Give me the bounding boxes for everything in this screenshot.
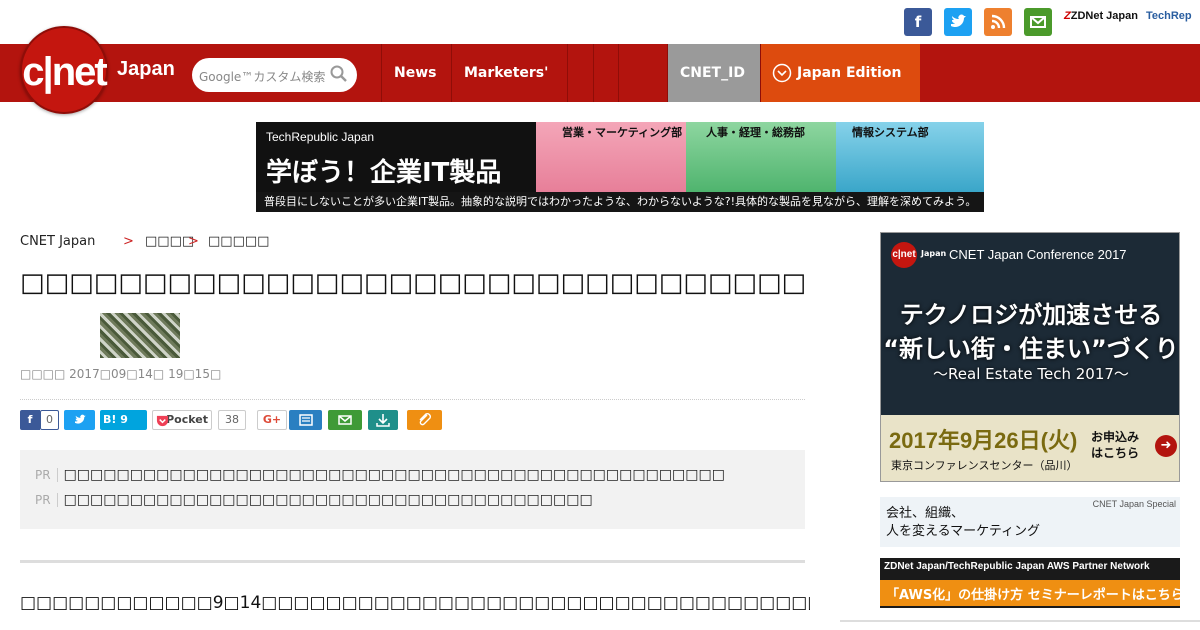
nav-item-blank-2[interactable]	[593, 44, 618, 102]
divider	[20, 560, 805, 563]
twitter-bird-icon	[951, 14, 966, 28]
conference-ad-header: c|net Japan CNET Japan Conference 2017	[881, 233, 1179, 279]
pr-links-box: PR □□□□□□□□□□□□□□□□□□□□□□□□□□□□□□□□□□□□□□…	[20, 450, 805, 529]
twitter-icon[interactable]	[944, 8, 972, 36]
conference-cta[interactable]: お申込み はこちら	[1091, 429, 1139, 461]
marketing-ad-line-2: 人を変えるマーケティング	[886, 524, 1041, 539]
print-button[interactable]	[289, 410, 322, 430]
conference-date: 2017年9月26日(火)	[889, 428, 1078, 453]
aws-ad-header: ZDNet Japan/TechRepublic Japan AWS Partn…	[884, 561, 1150, 572]
nav-news[interactable]: News	[381, 44, 451, 102]
conference-cta-line-2: はこちら	[1091, 446, 1140, 460]
conference-details: 2017年9月26日(火) 東京コンファレンスセンター（品川） お申込みはこちら…	[881, 415, 1179, 481]
nav-marketers[interactable]: Marketers'	[451, 44, 567, 102]
pocket-label: Pocket	[166, 413, 208, 426]
arrow-right-icon[interactable]: ➜	[1155, 435, 1177, 457]
mail-icon[interactable]	[1024, 8, 1052, 36]
facebook-share-button[interactable]: f	[20, 410, 40, 430]
zdnet-japan-link[interactable]: ZZDNet Japan	[1064, 10, 1138, 22]
search-input[interactable]: Google™カスタム検索	[199, 68, 325, 85]
article-body: □□□□□□□□□□□□9□14□□□□□□□□□□□□□□□□□□□□□□□□…	[20, 593, 810, 613]
marketing-special-ad[interactable]: CNET Japan Special 会社、組織、人を変えるマーケティング	[880, 497, 1180, 547]
pr-link-text[interactable]: □□□□□□□□□□□□□□□□□□□□□□□□□□□□□□□□□□□□□□□□	[64, 492, 593, 508]
envelope-icon	[1030, 16, 1046, 28]
chevron-down-icon	[772, 63, 792, 83]
banner-tab-hr: 人事・経理・総務部	[706, 126, 805, 139]
hatena-count: 9	[120, 413, 128, 426]
aws-ad-text: 「AWS化」の仕掛け方 セミナーレポートはこちら	[886, 588, 1180, 603]
zdnet-logo-icon: Z	[1064, 10, 1071, 22]
search-icon[interactable]	[330, 65, 348, 83]
edition-label: Japan	[117, 58, 175, 80]
marketing-ad-line-1: 会社、組織、	[886, 506, 965, 521]
top-bar: f ZZDNet Japan TechRep	[0, 0, 1200, 44]
hatena-icon: B!	[103, 413, 117, 426]
conference-subtitle: 〜Real Estate Tech 2017〜	[933, 365, 1129, 383]
nav-item-blank-1[interactable]	[567, 44, 593, 102]
banner-headline: 学ぼう！企業IT製品	[266, 158, 502, 188]
banner-brand: TechRepublic Japan	[266, 130, 375, 144]
techrepublic-link[interactable]: TechRep	[1146, 10, 1192, 22]
save-button[interactable]	[368, 410, 398, 430]
rss-waves-icon	[991, 14, 1006, 29]
article-title: □□□□□□□□□□□□□□□□□□□□□□□□□□□□□□□□□	[20, 268, 805, 298]
banner-segment-it: 情報システム部	[836, 122, 984, 192]
conference-cta-line-1: お申込み	[1091, 430, 1140, 444]
print-icon	[298, 414, 313, 426]
facebook-icon[interactable]: f	[904, 8, 932, 36]
rss-icon[interactable]	[984, 8, 1012, 36]
banner-segment-sales: 営業・マーケティング部	[536, 122, 686, 192]
pr-link-1[interactable]: PR □□□□□□□□□□□□□□□□□□□□□□□□□□□□□□□□□□□□□□…	[35, 467, 795, 483]
breadcrumb-sep-2: >	[188, 234, 199, 249]
conference-headline-1: テクノロジが加速させる	[899, 301, 1163, 329]
aws-seminar-ad[interactable]: ZDNet Japan/TechRepublic Japan AWS Partn…	[880, 558, 1180, 608]
pr-link-text[interactable]: □□□□□□□□□□□□□□□□□□□□□□□□□□□□□□□□□□□□□□□□…	[64, 467, 725, 483]
pocket-count: 38	[218, 410, 246, 430]
google-plus-button[interactable]: G+	[257, 410, 287, 430]
pr-link-2[interactable]: PR □□□□□□□□□□□□□□□□□□□□□□□□□□□□□□□□□□□□□□…	[35, 492, 795, 508]
clip-button[interactable]	[407, 410, 442, 430]
twitter-bird-icon	[74, 414, 86, 424]
breadcrumb-sep-1: >	[123, 234, 134, 249]
nav-cnet-id[interactable]: CNET_ID	[667, 44, 760, 102]
zdnet-label: ZDNet Japan	[1070, 10, 1138, 22]
cnet-mini-edition: Japan	[921, 249, 947, 258]
pr-tag: PR	[35, 493, 58, 507]
article-meta: □□□□ 2017□09□14□ 19□15□	[20, 367, 222, 381]
mail-share-button[interactable]	[328, 410, 362, 430]
breadcrumb-home[interactable]: CNET Japan	[20, 234, 95, 249]
conference-venue: 東京コンファレンスセンター（品川）	[891, 459, 1078, 472]
conference-ad[interactable]: c|net Japan CNET Japan Conference 2017 テ…	[880, 232, 1180, 482]
banner-left-panel: TechRepublic Japan 学ぼう！企業IT製品	[256, 122, 536, 192]
special-tag: CNET Japan Special	[1092, 499, 1176, 509]
download-icon	[376, 414, 390, 427]
breadcrumb-level-2[interactable]: □□□□□	[208, 234, 269, 249]
banner-tab-sales: 営業・マーケティング部	[562, 126, 683, 139]
conference-name: CNET Japan Conference 2017	[949, 247, 1127, 262]
breadcrumb-level-1[interactable]: □□□□	[145, 234, 194, 249]
twitter-share-button[interactable]	[64, 410, 95, 430]
marketing-ad-text: 会社、組織、人を変えるマーケティング	[886, 505, 1040, 541]
conference-headline-2: “新しい街・住まい”づくり	[883, 335, 1179, 363]
nav-item-blank-3[interactable]	[618, 44, 643, 102]
facebook-share-count: 0	[40, 410, 59, 430]
envelope-icon	[338, 415, 352, 425]
divider	[840, 620, 1200, 622]
banner-tab-it: 情報システム部	[852, 126, 929, 139]
cnet-logo[interactable]: c|net	[20, 26, 108, 114]
pocket-icon	[156, 415, 169, 427]
paperclip-icon	[419, 413, 431, 426]
article-thumbnail[interactable]	[100, 313, 180, 358]
hatena-bookmark-button[interactable]: B! 9	[100, 410, 147, 430]
banner-footer: 普段目にしないことが多い企業IT製品。抽象的な説明ではわかったような、わからない…	[256, 192, 984, 212]
techrepublic-banner-ad[interactable]: TechRepublic Japan 学ぼう！企業IT製品 営業・マーケティング…	[256, 122, 984, 212]
pr-tag: PR	[35, 468, 58, 482]
divider	[20, 399, 805, 400]
cnet-mini-logo: c|net	[891, 242, 917, 268]
banner-segment-hr: 人事・経理・総務部	[686, 122, 836, 192]
search-box[interactable]: Google™カスタム検索	[192, 58, 357, 92]
